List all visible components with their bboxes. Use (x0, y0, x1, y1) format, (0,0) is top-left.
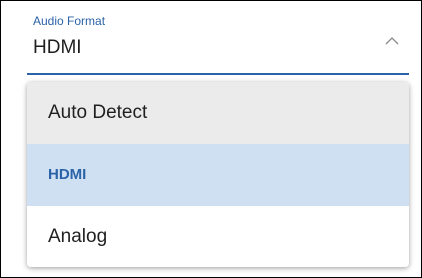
option-label: Auto Detect (48, 102, 148, 123)
audio-format-current-value: HDMI (33, 37, 82, 58)
audio-format-options-menu: Auto Detect HDMI Analog (27, 82, 409, 267)
option-analog[interactable]: Analog (27, 206, 409, 267)
screenshot-frame: Audio Format HDMI Auto Detect HDMI Analo… (0, 0, 422, 278)
option-label: HDMI (48, 166, 87, 183)
audio-format-label: Audio Format (33, 14, 106, 28)
chevron-up-icon[interactable] (385, 33, 399, 45)
option-label: Analog (48, 226, 108, 247)
option-hdmi[interactable]: HDMI (27, 144, 409, 206)
audio-format-select[interactable]: Audio Format HDMI (27, 9, 409, 75)
option-auto-detect[interactable]: Auto Detect (27, 82, 409, 144)
